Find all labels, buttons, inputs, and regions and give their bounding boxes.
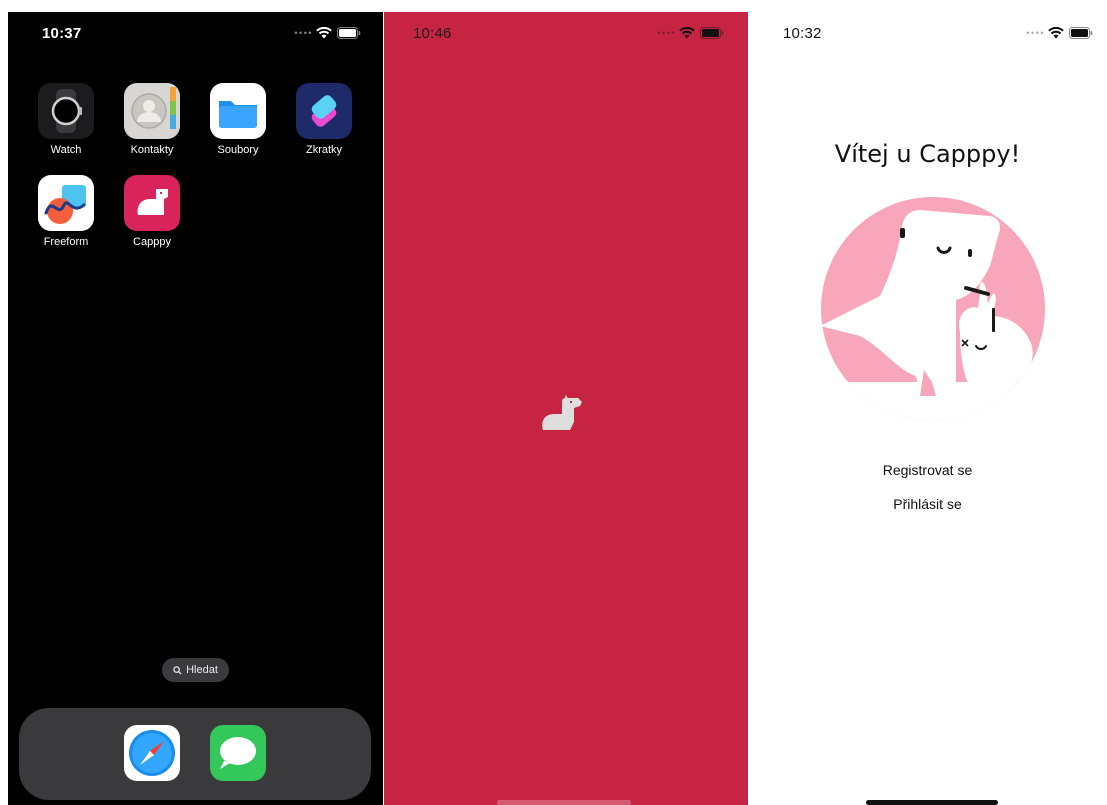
home-indicator	[866, 800, 998, 805]
signal-dots-icon: • • • •	[1026, 28, 1043, 38]
status-time: 10:32	[783, 25, 822, 42]
splash-screen: 10:46 • • • •	[384, 12, 748, 805]
app-label: Freeform	[43, 236, 89, 248]
app-label: Capppy	[133, 236, 171, 248]
search-button[interactable]: Hledat	[162, 658, 229, 682]
login-button[interactable]: Přihlásit se	[748, 496, 1107, 512]
app-label: Soubory	[217, 144, 259, 156]
status-time: 10:37	[42, 25, 82, 42]
battery-icon	[700, 27, 724, 39]
status-icons: • • • •	[1026, 26, 1093, 40]
dock	[19, 708, 371, 800]
app-capppy[interactable]: Capppy	[117, 175, 187, 248]
battery-icon	[1069, 27, 1093, 39]
app-freeform[interactable]: Freeform	[31, 175, 101, 248]
app-files[interactable]: Soubory	[203, 83, 273, 156]
status-icons: • • • •	[657, 26, 724, 40]
register-button[interactable]: Registrovat se	[748, 462, 1107, 478]
signal-dots-icon: • • • •	[657, 28, 674, 38]
search-label: Hledat	[186, 664, 218, 676]
contacts-icon	[124, 83, 180, 139]
signal-dots-icon: • • • •	[294, 28, 311, 38]
welcome-screen: 10:32 • • • • Vítej u Capppy! Registrova…	[748, 12, 1107, 805]
app-watch[interactable]: Watch	[31, 83, 101, 156]
watch-icon	[38, 83, 94, 139]
battery-icon	[337, 27, 361, 39]
app-label: Kontakty	[130, 144, 174, 156]
home-screen: 10:37 • • • • Watch Kontakty Soubory Zkr…	[8, 12, 383, 805]
home-indicator	[497, 800, 631, 805]
app-label: Watch	[50, 144, 82, 156]
shortcuts-icon	[296, 83, 352, 139]
wifi-icon	[679, 27, 695, 39]
folder-icon	[210, 83, 266, 139]
search-icon	[173, 665, 182, 675]
capybara-logo-icon	[542, 395, 582, 430]
app-contacts[interactable]: Kontakty	[117, 83, 187, 156]
app-shortcuts[interactable]: Zkratky	[289, 83, 359, 156]
app-label: Zkratky	[305, 144, 343, 156]
wifi-icon	[1048, 27, 1064, 39]
capppy-app-icon	[124, 175, 180, 231]
bear-rabbit-illustration	[821, 197, 1045, 421]
status-time: 10:46	[413, 25, 452, 42]
welcome-title: Vítej u Capppy!	[834, 140, 1021, 168]
freeform-icon	[38, 175, 94, 231]
safari-icon[interactable]	[124, 725, 180, 781]
messages-icon[interactable]	[210, 725, 266, 781]
wifi-icon	[316, 27, 332, 39]
status-icons: • • • •	[294, 26, 361, 40]
